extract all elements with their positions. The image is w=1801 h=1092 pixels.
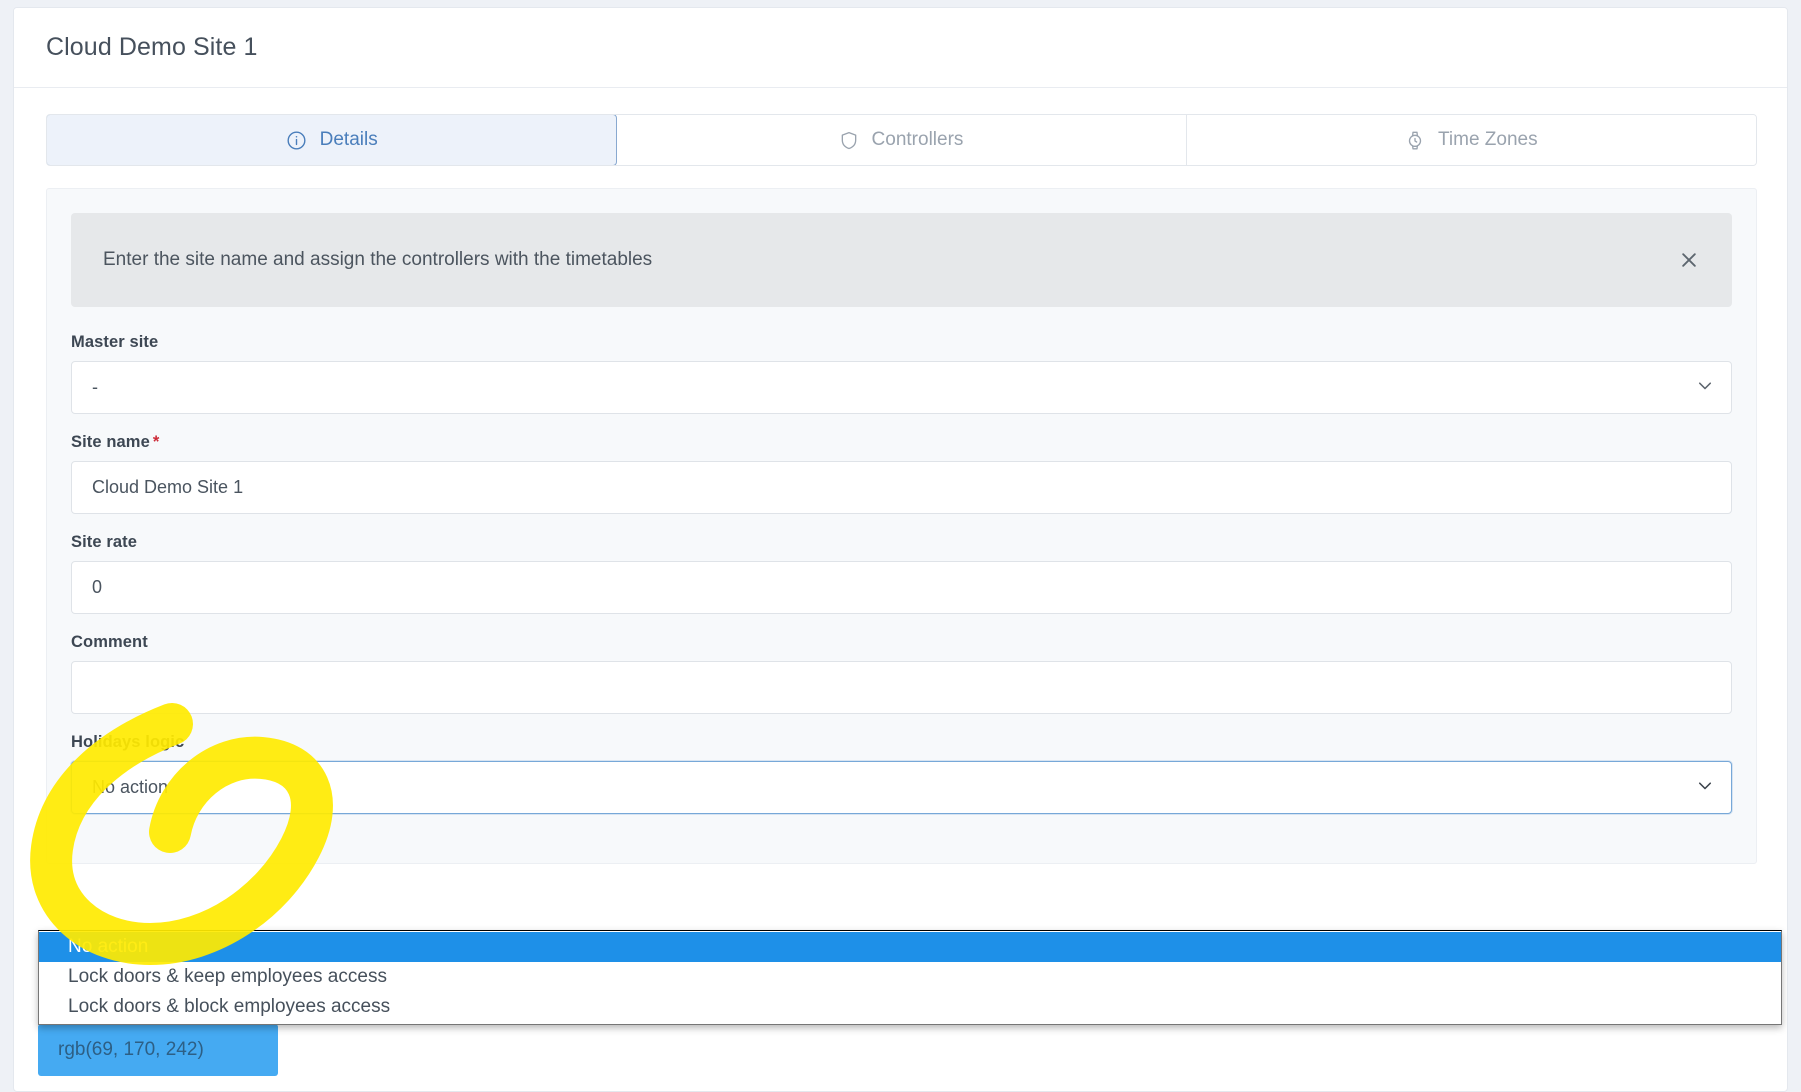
field-master-site: Master site - xyxy=(71,333,1732,414)
master-site-select[interactable]: - xyxy=(71,361,1732,414)
tab-details-label: Details xyxy=(320,129,378,151)
info-banner-text: Enter the site name and assign the contr… xyxy=(103,249,652,271)
field-comment: Comment xyxy=(71,633,1732,714)
site-editor-card: Cloud Demo Site 1 Details xyxy=(13,7,1788,1092)
close-icon[interactable] xyxy=(1676,247,1702,273)
dropdown-option-lock-keep[interactable]: Lock doors & keep employees access xyxy=(39,962,1781,992)
field-site-rate: Site rate xyxy=(71,533,1732,614)
info-circle-icon xyxy=(286,130,307,151)
shield-icon xyxy=(839,130,859,151)
dropdown-option-lock-block[interactable]: Lock doors & block employees access xyxy=(39,992,1781,1022)
site-name-label: Site name* xyxy=(71,433,1732,452)
tab-details[interactable]: Details xyxy=(46,114,617,166)
tab-time-zones-label: Time Zones xyxy=(1438,129,1538,151)
field-holidays-logic: Holidays logic No action xyxy=(71,733,1732,814)
field-site-name: Site name* xyxy=(71,433,1732,514)
master-site-label: Master site xyxy=(71,333,1732,352)
info-banner: Enter the site name and assign the contr… xyxy=(71,213,1732,307)
page-header: Cloud Demo Site 1 xyxy=(14,8,1787,88)
details-form-panel: Enter the site name and assign the contr… xyxy=(46,188,1757,864)
site-name-label-text: Site name xyxy=(71,433,150,451)
site-name-input[interactable] xyxy=(71,461,1732,514)
comment-label: Comment xyxy=(71,633,1732,652)
tab-controllers[interactable]: Controllers xyxy=(616,115,1186,165)
tab-controllers-label: Controllers xyxy=(872,129,964,151)
tabs-container: Details Controllers xyxy=(14,88,1787,166)
tab-time-zones[interactable]: Time Zones xyxy=(1187,115,1756,165)
holidays-logic-dropdown-list[interactable]: No action Lock doors & keep employees ac… xyxy=(38,930,1782,1025)
required-marker: * xyxy=(153,433,160,451)
color-swatch-value: rgb(69, 170, 242) xyxy=(58,1039,204,1061)
master-site-select-wrap: - xyxy=(71,361,1732,414)
site-rate-label: Site rate xyxy=(71,533,1732,552)
page-title: Cloud Demo Site 1 xyxy=(46,33,258,62)
dropdown-option-no-action[interactable]: No action xyxy=(39,932,1781,962)
color-swatch-chip: rgb(69, 170, 242) xyxy=(38,1024,278,1076)
holidays-logic-label: Holidays logic xyxy=(71,733,1732,752)
tab-bar: Details Controllers xyxy=(46,114,1757,166)
site-rate-input[interactable] xyxy=(71,561,1732,614)
holidays-logic-select-wrap: No action xyxy=(71,761,1732,814)
holidays-logic-select[interactable]: No action xyxy=(71,761,1732,814)
watch-icon xyxy=(1405,129,1425,151)
comment-input[interactable] xyxy=(71,661,1732,714)
